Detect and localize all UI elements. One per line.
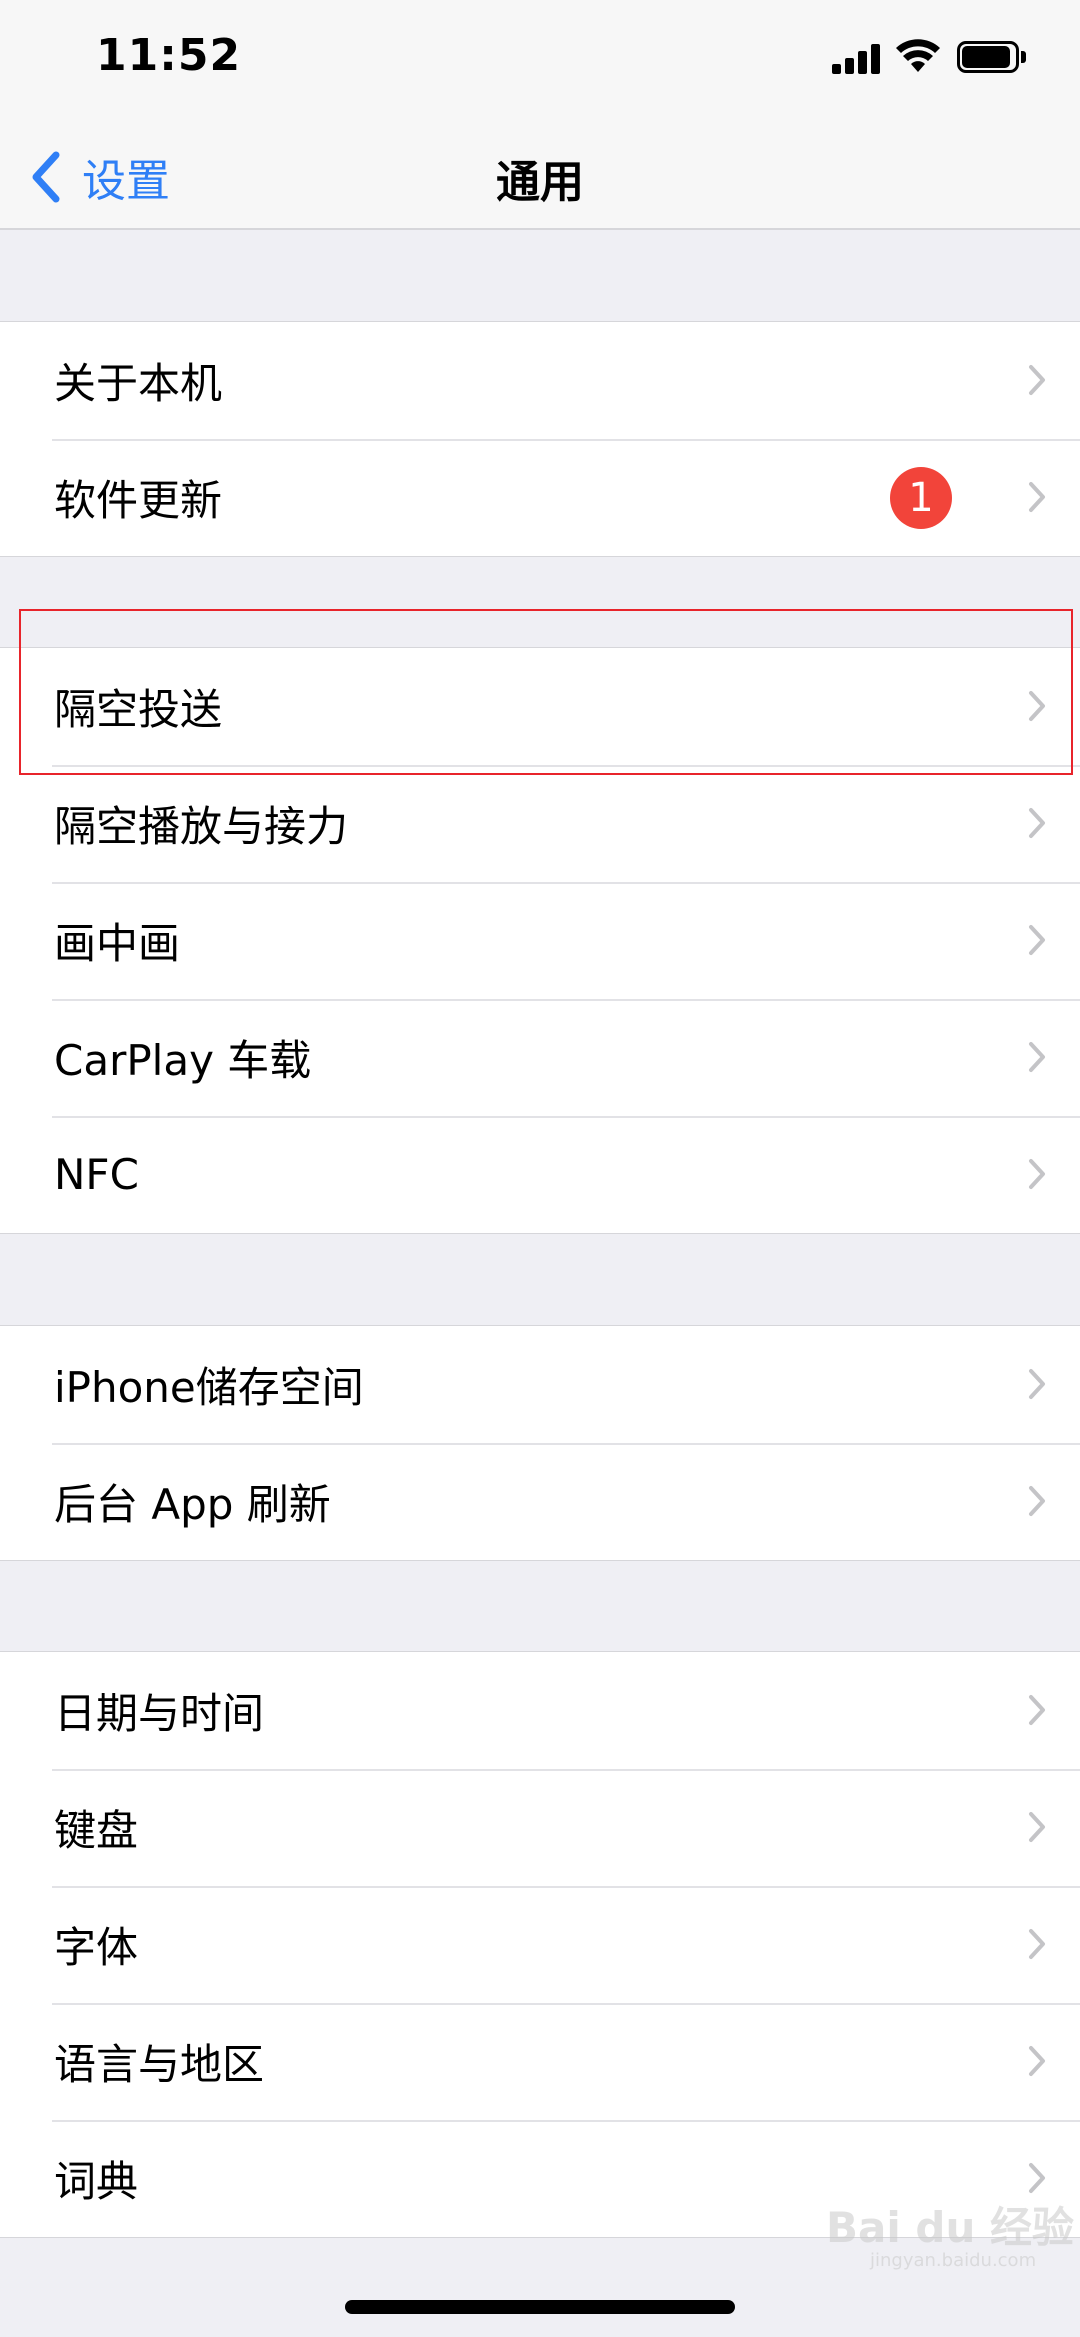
chevron-right-icon [1029,1369,1045,1399]
watermark: Bai du 经验 jingyan.baidu.com [826,2190,1074,2280]
chevron-right-icon [1029,482,1045,512]
chevron-right-icon [1029,1812,1045,1842]
chevron-right-icon [1029,1159,1045,1189]
row-label: 画中画 [54,919,181,968]
update-badge: 1 [890,467,952,529]
row-label: iPhone储存空间 [54,1363,364,1412]
row-label: 字体 [54,1923,139,1972]
page-title: 通用 [496,157,584,208]
row-about[interactable]: 关于本机 [0,322,1080,439]
cellular-signal-icon [832,44,880,74]
chevron-right-icon [1029,1486,1045,1516]
row-label: 隔空投送 [54,685,223,734]
row-software-update[interactable]: 软件更新 1 [0,439,1080,556]
status-bar: 11:52 [0,0,1080,120]
row-fonts[interactable]: 字体 [0,1886,1080,2003]
watermark-text: Bai du 经验 [826,2203,1074,2252]
row-label: 隔空播放与接力 [54,802,349,851]
wifi-icon [896,39,940,72]
chevron-right-icon [1029,2046,1045,2076]
settings-group-storage: iPhone储存空间 后台 App 刷新 [0,1325,1080,1561]
watermark-url: jingyan.baidu.com [870,2250,1037,2271]
chevron-right-icon [1029,1695,1045,1725]
row-label: NFC [54,1150,139,1199]
row-label: 软件更新 [54,476,223,525]
row-label: 词典 [54,2157,139,2206]
row-background-app-refresh[interactable]: 后台 App 刷新 [0,1443,1080,1560]
chevron-right-icon [1029,925,1045,955]
row-carplay[interactable]: CarPlay 车载 [0,999,1080,1116]
settings-group-locale: 日期与时间 键盘 字体 语言与地区 词典 [0,1651,1080,2238]
row-nfc[interactable]: NFC [0,1116,1080,1233]
battery-icon [957,41,1026,73]
chevron-right-icon [1029,808,1045,838]
row-label: 后台 App 刷新 [54,1480,331,1529]
row-label: 语言与地区 [54,2040,265,2089]
row-label: 键盘 [54,1806,139,1855]
navigation-bar: 设置 通用 [0,120,1080,230]
row-date-time[interactable]: 日期与时间 [0,1652,1080,1769]
row-picture-in-picture[interactable]: 画中画 [0,882,1080,999]
chevron-right-icon [1029,1042,1045,1072]
chevron-right-icon [1029,691,1045,721]
row-airplay-handoff[interactable]: 隔空播放与接力 [0,765,1080,882]
row-label: 关于本机 [54,359,223,408]
status-time: 11:52 [96,30,242,81]
settings-group-about: 关于本机 软件更新 1 [0,321,1080,557]
settings-group-connectivity: 隔空投送 隔空播放与接力 画中画 CarPlay 车载 NFC [0,647,1080,1234]
home-indicator[interactable] [345,2300,735,2314]
chevron-right-icon [1029,365,1045,395]
chevron-right-icon [1029,1929,1045,1959]
row-language-region[interactable]: 语言与地区 [0,2003,1080,2120]
row-airdrop[interactable]: 隔空投送 [0,648,1080,765]
settings-general-screen: 11:52 设置 通用 关于本机 软件更新 1 隔空投送 隔空播放与接力 画中画… [0,0,1080,2337]
row-label: 日期与时间 [54,1689,265,1738]
row-label: CarPlay 车载 [54,1036,312,1085]
row-iphone-storage[interactable]: iPhone储存空间 [0,1326,1080,1443]
row-keyboard[interactable]: 键盘 [0,1769,1080,1886]
